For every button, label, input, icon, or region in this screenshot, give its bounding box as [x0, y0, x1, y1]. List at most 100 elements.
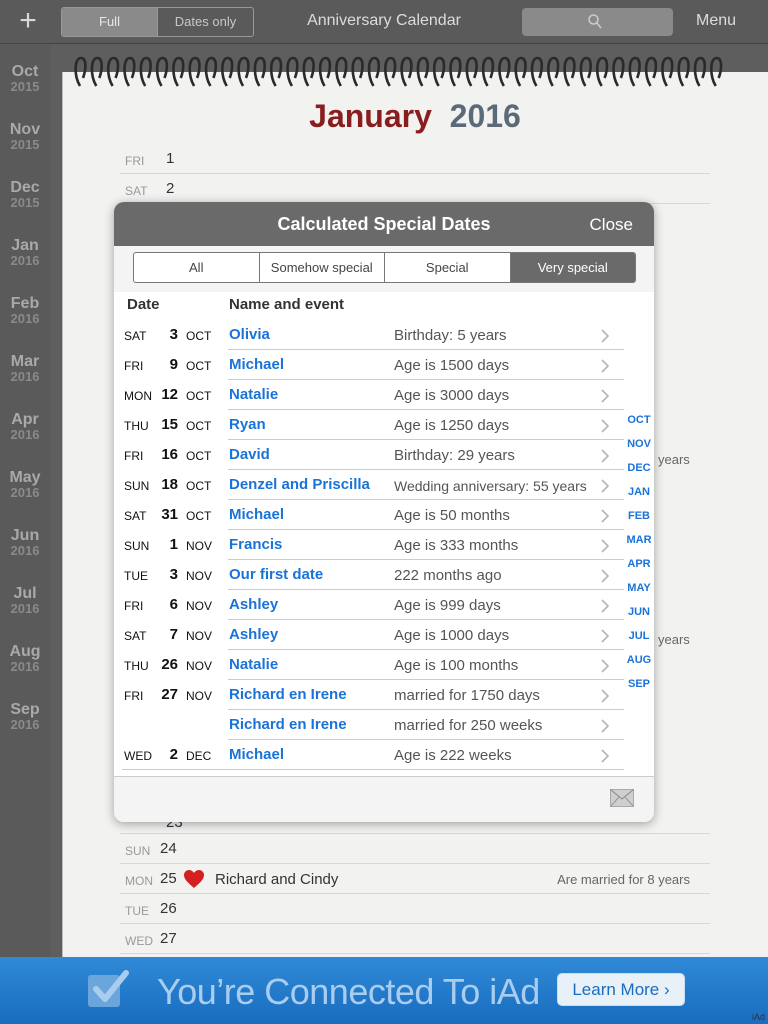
special-date-row[interactable]: WED 2 DEC Michael Age is 222 weeks: [114, 740, 654, 770]
row-person-name[interactable]: Richard en Irene: [229, 686, 347, 703]
special-date-row[interactable]: MON 12 OCT Natalie Age is 3000 days: [114, 380, 654, 410]
learn-more-button[interactable]: Learn More ›: [557, 973, 685, 1006]
close-button[interactable]: Close: [590, 215, 633, 235]
month-index-item[interactable]: MAY: [624, 576, 654, 600]
filter-somehow-special[interactable]: Somehow special: [260, 253, 385, 282]
calendar-day-row[interactable]: WED 27: [120, 924, 710, 954]
sidebar-month-item[interactable]: Jun 2016: [0, 509, 50, 567]
envelope-icon[interactable]: [610, 789, 634, 807]
month-index-item[interactable]: JUL: [624, 624, 654, 648]
special-date-row[interactable]: FRI 16 OCT David Birthday: 29 years: [114, 440, 654, 470]
chevron-right-icon[interactable]: [600, 689, 610, 708]
chevron-right-icon[interactable]: [600, 599, 610, 618]
spiral-ring: [644, 56, 658, 87]
row-person-name[interactable]: Ashley: [229, 626, 278, 643]
row-person-name[interactable]: David: [229, 446, 270, 463]
chevron-right-icon[interactable]: [600, 449, 610, 468]
sidebar-month-item[interactable]: May 2016: [0, 451, 50, 509]
row-month: NOV: [186, 629, 213, 643]
chevron-right-icon[interactable]: [600, 659, 610, 678]
chevron-right-icon[interactable]: [600, 719, 610, 738]
calendar-day-row[interactable]: TUE 26: [120, 894, 710, 924]
row-person-name[interactable]: Olivia: [229, 326, 270, 343]
sidebar-month-item[interactable]: Jan 2016: [0, 219, 50, 277]
row-person-name[interactable]: Natalie: [229, 386, 278, 403]
special-date-row[interactable]: FRI 27 NOV Richard en Irene married for 1750…: [114, 680, 654, 710]
view-mode-segmented-control[interactable]: Full Dates only: [61, 7, 254, 37]
sidebar-month-item[interactable]: Jul 2016: [0, 567, 50, 625]
month-index-item[interactable]: FEB: [624, 504, 654, 528]
special-date-row[interactable]: THU 26 NOV Natalie Age is 100 months: [114, 650, 654, 680]
row-person-name[interactable]: Michael: [229, 356, 284, 373]
sidebar-month-item[interactable]: Feb 2016: [0, 277, 50, 335]
row-person-name[interactable]: Our first date: [229, 566, 323, 583]
filter-all[interactable]: All: [134, 253, 260, 282]
chevron-right-icon[interactable]: [600, 479, 610, 498]
row-person-name[interactable]: Michael: [229, 746, 284, 763]
view-full-option[interactable]: Full: [62, 8, 158, 36]
special-date-row[interactable]: SAT 7 NOV Ashley Age is 1000 days: [114, 620, 654, 650]
special-date-row[interactable]: FRI 9 OCT Michael Age is 1500 days: [114, 350, 654, 380]
special-date-row[interactable]: SAT 3 OCT Olivia Birthday: 5 years: [114, 320, 654, 350]
month-index-item[interactable]: OCT: [624, 408, 654, 432]
chevron-right-icon[interactable]: [600, 419, 610, 438]
special-date-row[interactable]: SUN 18 OCT Denzel and Priscilla Wedding anni…: [114, 470, 654, 500]
calendar-day-row[interactable]: MON 25 Richard and Cindy Are married for…: [120, 864, 710, 894]
spiral-ring: [237, 56, 250, 87]
special-date-row[interactable]: SAT 31 OCT Michael Age is 50 months: [114, 500, 654, 530]
plus-icon[interactable]: +: [12, 6, 44, 38]
spiral-ring: [579, 56, 592, 87]
row-person-name[interactable]: Francis: [229, 536, 282, 553]
month-index-item[interactable]: JAN: [624, 480, 654, 504]
row-person-name[interactable]: Michael: [229, 506, 284, 523]
month-index-item[interactable]: SEP: [624, 672, 654, 696]
row-weekday: SUN: [124, 479, 150, 493]
month-index-item[interactable]: APR: [624, 552, 654, 576]
calendar-day-row[interactable]: FRI 1: [120, 144, 710, 174]
chevron-right-icon[interactable]: [600, 569, 610, 588]
sidebar-month-item[interactable]: Sep 2016: [0, 683, 50, 741]
chevron-right-icon[interactable]: [600, 509, 610, 528]
row-person-name[interactable]: Natalie: [229, 656, 278, 673]
chevron-right-icon[interactable]: [600, 329, 610, 348]
chevron-right-icon[interactable]: [600, 359, 610, 378]
spiral-ring: [221, 56, 234, 87]
chevron-right-icon[interactable]: [600, 539, 610, 558]
calendar-day-row[interactable]: SAT 2: [120, 174, 710, 204]
month-index-item[interactable]: JUN: [624, 600, 654, 624]
special-date-row[interactable]: THU 15 OCT Ryan Age is 1250 days: [114, 410, 654, 440]
specialness-filter[interactable]: All Somehow special Special Very special: [133, 252, 636, 283]
sidebar-month-item[interactable]: Mar 2016: [0, 335, 50, 393]
month-index-item[interactable]: NOV: [624, 432, 654, 456]
month-index-item[interactable]: AUG: [624, 648, 654, 672]
row-person-name[interactable]: Ryan: [229, 416, 266, 433]
row-person-name[interactable]: Richard en Irene: [229, 716, 347, 733]
sidebar-month-item[interactable]: Oct 2015: [0, 45, 50, 103]
special-dates-dialog: Calculated Special Dates Close All Someh…: [114, 202, 654, 822]
sidebar-month-item[interactable]: Dec 2015: [0, 161, 50, 219]
chevron-right-icon[interactable]: [600, 749, 610, 768]
sidebar-month-item[interactable]: Nov 2015: [0, 103, 50, 161]
calendar-day-row[interactable]: SUN 24: [120, 834, 710, 864]
row-person-name[interactable]: Denzel and Priscilla: [229, 476, 370, 493]
sidebar-month-item[interactable]: Apr 2016: [0, 393, 50, 451]
top-toolbar: + Full Dates only Anniversary Calendar M…: [0, 0, 768, 44]
month-index-item[interactable]: DEC: [624, 456, 654, 480]
view-dates-only-option[interactable]: Dates only: [158, 8, 253, 36]
special-date-row[interactable]: FRI 6 NOV Ashley Age is 999 days: [114, 590, 654, 620]
row-person-name[interactable]: Ashley: [229, 596, 278, 613]
spiral-ring: [204, 56, 218, 87]
special-date-row[interactable]: Richard en Irene married for 250 weeks: [114, 710, 654, 740]
sidebar-month-item[interactable]: Aug 2016: [0, 625, 50, 683]
chevron-right-icon[interactable]: [600, 629, 610, 648]
filter-very-special[interactable]: Very special: [510, 253, 635, 282]
chevron-right-icon[interactable]: [600, 389, 610, 408]
iad-banner[interactable]: You’re Connected To iAd Learn More › iAd: [0, 957, 768, 1024]
month-index-item[interactable]: MAR: [624, 528, 654, 552]
sidebar-month-label: Oct: [11, 63, 39, 80]
special-date-row[interactable]: SUN 1 NOV Francis Age is 333 months: [114, 530, 654, 560]
menu-button[interactable]: Menu: [696, 12, 736, 30]
special-date-row[interactable]: TUE 3 NOV Our first date 222 months ago: [114, 560, 654, 590]
search-field[interactable]: [522, 8, 673, 36]
filter-special[interactable]: Special: [385, 253, 511, 282]
